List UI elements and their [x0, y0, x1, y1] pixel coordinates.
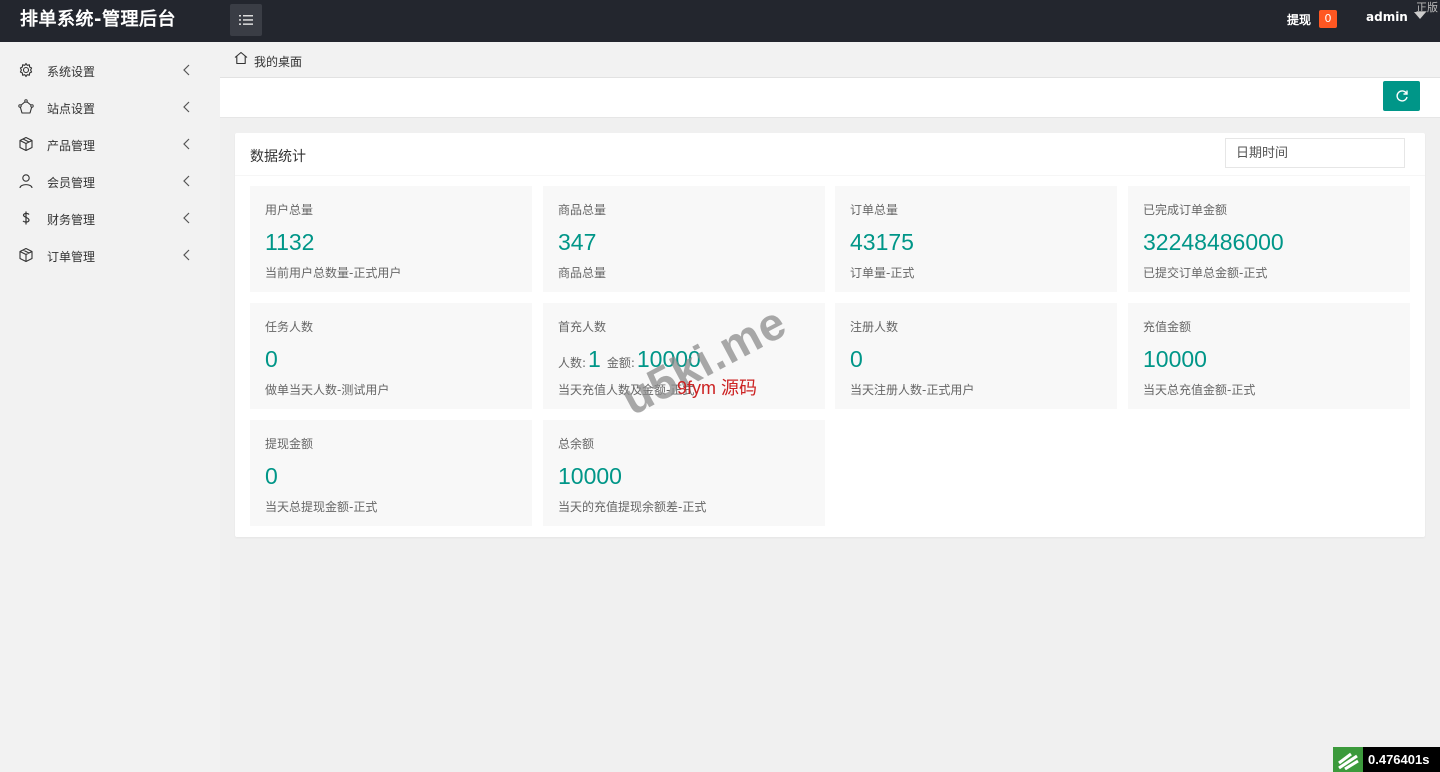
refresh-button[interactable]	[1383, 81, 1420, 111]
timer-logo-icon	[1333, 747, 1363, 772]
stat-title: 总余额	[558, 437, 595, 451]
user-icon	[19, 174, 33, 189]
app-title: 排单系统-管理后台	[20, 9, 176, 30]
toolbar	[220, 78, 1440, 118]
chevron-left-icon	[183, 249, 190, 261]
sidebar-item-label: 财务管理	[47, 213, 96, 227]
card-title: 数据统计	[250, 149, 306, 165]
stat-title: 任务人数	[265, 320, 314, 334]
sidebar-item-finance-management[interactable]: 财务管理	[0, 200, 220, 237]
breadcrumb: 我的桌面	[220, 42, 1440, 78]
stat-desc: 做单当天人数-测试用户	[265, 383, 390, 397]
stat-product-total: 商品总量 347 商品总量	[543, 186, 825, 292]
sidebar-item-label: 订单管理	[47, 250, 96, 264]
timer-text: 0.476401s	[1368, 752, 1430, 767]
top-header: 排单系统-管理后台 提现 0 admin 正版	[0, 0, 1440, 42]
stat-value: 0	[265, 346, 278, 372]
sidebar-item-order-management[interactable]: 订单管理	[0, 237, 220, 274]
stat-completed-order-amount: 已完成订单金额 32248486000 已提交订单总金额-正式	[1128, 186, 1410, 292]
chevron-left-icon	[183, 138, 190, 150]
stat-value: 1132	[265, 229, 315, 255]
sidebar-item-label: 站点设置	[47, 102, 96, 116]
stat-desc: 当前用户总数量-正式用户	[265, 266, 402, 280]
sidebar-item-label: 会员管理	[47, 176, 96, 190]
stat-desc: 已提交订单总金额-正式	[1143, 266, 1268, 280]
stat-desc: 订单量-正式	[850, 266, 915, 280]
card-header: 数据统计	[235, 133, 1425, 176]
refresh-icon	[1395, 90, 1408, 102]
home-icon	[234, 51, 248, 65]
chevron-left-icon	[183, 212, 190, 224]
withdraw-count-badge: 0	[1319, 10, 1338, 28]
stat-order-total: 订单总量 43175 订单量-正式	[835, 186, 1117, 292]
stats-card: 数据统计 用户总量 1132 当前用户总数量-正式用户 商品总量 347 商品总…	[235, 133, 1425, 537]
stat-value: 10000	[558, 463, 622, 489]
stat-value: 32248486000	[1143, 229, 1284, 255]
stat-title: 充值金额	[1143, 320, 1192, 334]
stat-desc: 当天的充值提现余额差-正式	[558, 500, 707, 514]
box-icon	[19, 247, 33, 263]
stat-value: 10000	[1143, 346, 1207, 372]
stat-desc: 当天注册人数-正式用户	[850, 383, 975, 397]
user-name: admin	[1366, 10, 1408, 24]
withdraw-label: 提现	[1287, 12, 1312, 27]
people-label: 人数:	[558, 356, 587, 370]
sidebar-item-product-management[interactable]: 产品管理	[0, 126, 220, 163]
sidebar-item-site-settings[interactable]: 站点设置	[0, 89, 220, 126]
stat-desc: 当天总提现金额-正式	[265, 500, 378, 514]
stat-title: 注册人数	[850, 320, 899, 334]
stat-title: 提现金额	[265, 437, 314, 451]
stat-withdraw-amount: 提现金额 0 当天总提现金额-正式	[250, 420, 532, 526]
people-value: 1	[588, 346, 601, 372]
stat-value: 0	[850, 346, 863, 372]
stat-desc: 当天总充值金额-正式	[1143, 383, 1256, 397]
stat-title: 首充人数	[558, 320, 607, 334]
stat-title: 商品总量	[558, 203, 607, 217]
box-icon	[19, 136, 33, 152]
gear-icon	[19, 62, 33, 78]
timing-badge: 0.476401s	[1333, 747, 1440, 772]
list-icon	[239, 15, 253, 25]
sidebar: 系统设置 站点设置 产品管理 会员管理 财务管理 订单管理	[0, 42, 220, 772]
menu-toggle-button[interactable]	[230, 4, 262, 36]
sidebar-item-system-settings[interactable]: 系统设置	[0, 52, 220, 89]
stat-desc: 商品总量	[558, 266, 607, 280]
stat-title: 已完成订单金额	[1143, 203, 1228, 217]
sidebar-item-member-management[interactable]: 会员管理	[0, 163, 220, 200]
dollar-icon	[22, 211, 30, 225]
stat-registered-users: 注册人数 0 当天注册人数-正式用户	[835, 303, 1117, 409]
stat-value: 43175	[850, 229, 914, 255]
stat-recharge-amount: 充值金额 10000 当天总充值金额-正式	[1128, 303, 1410, 409]
site-icon	[18, 99, 34, 114]
stat-value: 0	[265, 463, 278, 489]
sidebar-item-label: 产品管理	[47, 139, 96, 153]
stat-value: 347	[558, 229, 597, 255]
chevron-left-icon	[183, 64, 190, 76]
date-time-input[interactable]	[1225, 138, 1405, 168]
watermark-label: 9fym 源码	[677, 378, 758, 398]
withdraw-link[interactable]: 提现 0	[1287, 10, 1338, 28]
stat-task-users: 任务人数 0 做单当天人数-测试用户	[250, 303, 532, 409]
breadcrumb-home-link[interactable]: 我的桌面	[254, 53, 302, 70]
corner-text: 正版	[1416, 1, 1438, 14]
stat-total-balance: 总余额 10000 当天的充值提现余额差-正式	[543, 420, 825, 526]
chevron-left-icon	[183, 101, 190, 113]
stat-user-total: 用户总量 1132 当前用户总数量-正式用户	[250, 186, 532, 292]
stat-title: 订单总量	[850, 203, 899, 217]
chevron-left-icon	[183, 175, 190, 187]
stat-title: 用户总量	[265, 203, 314, 217]
sidebar-item-label: 系统设置	[47, 65, 96, 79]
